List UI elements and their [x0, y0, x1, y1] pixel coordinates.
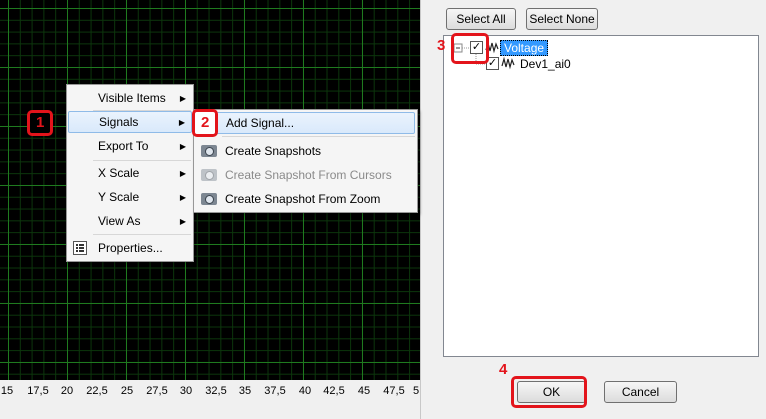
menu-item-label: X Scale	[98, 166, 140, 180]
menu-item-label: View As	[98, 214, 141, 228]
signal-tree[interactable]: ✓ Voltage ✓ Dev1_ai0	[443, 35, 759, 357]
menu-separator	[93, 160, 191, 161]
menu-item-create-snapshot-from-cursors: Create Snapshot From Cursors	[196, 164, 415, 186]
dev1-ai0-tree-label[interactable]: Dev1_ai0	[520, 57, 571, 71]
x-tick-label: 42,5	[323, 385, 345, 397]
x-tick-label: 32,5	[205, 385, 227, 397]
x-tick-label: 22,5	[86, 385, 108, 397]
x-tick-label: 5	[412, 385, 420, 397]
menu-item-create-snapshots[interactable]: Create Snapshots	[196, 140, 415, 162]
menu-item-label: Properties...	[98, 241, 163, 255]
menu-item-view-as[interactable]: View As ▶	[68, 210, 192, 232]
menu-item-label: Create Snapshots	[225, 144, 322, 158]
submenu-arrow-icon: ▶	[179, 141, 186, 151]
panel-splitter[interactable]	[420, 0, 428, 419]
x-tick-label: 17,5	[27, 385, 49, 397]
step-1-marker: 1	[27, 110, 53, 136]
horizontal-scrollbar[interactable]	[0, 404, 420, 419]
menu-item-export-to[interactable]: Export To ▶	[68, 135, 192, 157]
submenu-arrow-icon: ▶	[178, 117, 185, 127]
step-1-label: 1	[36, 114, 45, 131]
menu-item-visible-items[interactable]: Visible Items ▶	[68, 87, 192, 109]
submenu-arrow-icon: ▶	[179, 192, 186, 202]
signals-submenu: Add Signal... Create Snapshots Create Sn…	[193, 109, 418, 213]
x-tick-label: 20	[60, 385, 74, 397]
menu-item-label: Add Signal...	[226, 116, 295, 130]
menu-item-y-scale[interactable]: Y Scale ▶	[68, 186, 192, 208]
step-3-label: 3	[437, 37, 446, 54]
submenu-arrow-icon: ▶	[179, 168, 186, 178]
menu-item-x-scale[interactable]: X Scale ▶	[68, 162, 192, 184]
cancel-button[interactable]: Cancel	[604, 381, 677, 403]
menu-item-label: Create Snapshot From Cursors	[225, 168, 392, 182]
step-2-label: 2	[201, 114, 210, 131]
x-tick-label: 35	[238, 385, 252, 397]
select-all-button[interactable]: Select All	[446, 8, 516, 30]
menu-separator	[93, 234, 191, 235]
step-4-label: 4	[499, 361, 508, 378]
step-4-highlight	[511, 376, 587, 408]
menu-item-label: Export To	[98, 139, 149, 153]
step-2-marker: 2	[192, 109, 218, 137]
x-tick-label: 30	[179, 385, 193, 397]
voltage-tree-label[interactable]: Voltage	[500, 40, 549, 56]
context-menu: Visible Items ▶ Signals ▶ Export To ▶ X …	[66, 84, 194, 262]
menu-item-add-signal[interactable]: Add Signal...	[196, 112, 415, 134]
camera-icon	[201, 193, 217, 205]
x-tick-label: 27,5	[146, 385, 168, 397]
x-tick-label: 45	[357, 385, 371, 397]
submenu-arrow-icon: ▶	[179, 216, 186, 226]
waveform-icon	[501, 56, 515, 70]
x-tick-label: 15	[0, 385, 14, 397]
menu-item-label: Y Scale	[98, 190, 140, 204]
menu-item-label: Signals	[99, 115, 139, 129]
select-none-button[interactable]: Select None	[526, 8, 598, 30]
x-tick-label: 37,5	[264, 385, 286, 397]
step-3-highlight	[451, 33, 489, 64]
properties-list-icon	[73, 241, 87, 255]
x-tick-label: 25	[120, 385, 134, 397]
menu-separator	[222, 136, 415, 137]
camera-icon	[201, 169, 217, 181]
camera-icon	[201, 145, 217, 157]
menu-item-create-snapshot-from-zoom[interactable]: Create Snapshot From Zoom	[196, 188, 415, 210]
menu-item-label: Visible Items	[98, 91, 166, 105]
menu-item-signals[interactable]: Signals ▶	[68, 111, 192, 133]
x-tick-label: 47,5	[383, 385, 405, 397]
menu-item-label: Create Snapshot From Zoom	[225, 192, 381, 206]
x-tick-label: 40	[298, 385, 312, 397]
menu-item-properties[interactable]: Properties...	[68, 237, 192, 259]
submenu-arrow-icon: ▶	[179, 93, 186, 103]
